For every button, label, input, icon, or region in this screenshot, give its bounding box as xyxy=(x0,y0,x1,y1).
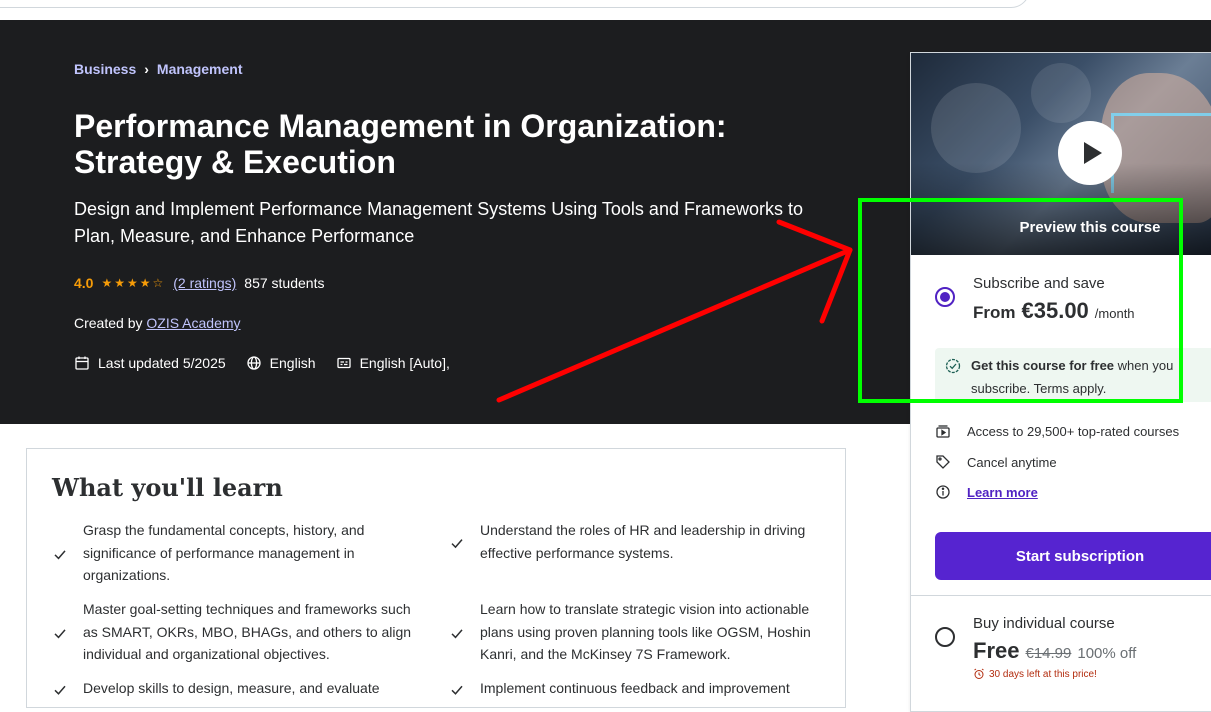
individual-price: Free xyxy=(973,638,1020,663)
learn-more-link[interactable]: Learn more xyxy=(967,485,1038,500)
breadcrumb: Business › Management xyxy=(74,61,243,77)
course-language: English xyxy=(269,355,316,371)
check-icon xyxy=(451,539,463,549)
ratings-link[interactable]: (2 ratings) xyxy=(173,275,236,291)
subscribe-radio[interactable] xyxy=(935,287,955,307)
learn-item: Grasp the fundamental concepts, history,… xyxy=(53,519,428,587)
badge-check-icon xyxy=(945,358,961,374)
created-by-label: Created by xyxy=(74,315,143,331)
preview-label: Preview this course xyxy=(1019,219,1161,236)
purchase-sidebar: Preview this course Subscribe and save F… xyxy=(910,52,1211,712)
star-rating-icon: ★★★★☆ xyxy=(101,276,166,290)
subscribe-option[interactable]: Subscribe and save From €35.00 /month xyxy=(935,275,1135,324)
individual-radio[interactable] xyxy=(935,627,955,647)
calendar-icon xyxy=(75,356,89,370)
divider xyxy=(911,595,1211,596)
radio-dot xyxy=(940,292,950,302)
course-library-icon xyxy=(936,425,950,438)
search-bar[interactable] xyxy=(0,0,1030,8)
course-meta: Last updated 5/2025 English English [Aut… xyxy=(74,355,450,371)
rating-row: 4.0 ★★★★☆ (2 ratings) 857 students xyxy=(74,275,324,291)
free-note-bold: Get this course for free xyxy=(971,358,1115,373)
individual-course-option[interactable]: Buy individual course Free €14.99 100% o… xyxy=(935,615,1136,680)
play-icon xyxy=(1084,142,1102,164)
breadcrumb-management[interactable]: Management xyxy=(157,61,243,77)
feature-learn-more: Learn more xyxy=(935,484,1038,500)
subscription-price: €35.00 xyxy=(1021,298,1089,323)
globe-icon xyxy=(247,356,261,370)
subscribe-title: Subscribe and save xyxy=(973,275,1105,292)
learn-item: Implement continuous feedback and improv… xyxy=(450,677,825,700)
free-with-subscription-note: Get this course for free when you subscr… xyxy=(935,348,1211,402)
play-button[interactable] xyxy=(1058,121,1122,185)
course-title: Performance Management in Organization: … xyxy=(74,108,727,180)
alarm-clock-icon xyxy=(974,668,984,679)
check-icon xyxy=(451,629,463,639)
chevron-right-icon: › xyxy=(144,61,149,77)
feature-access: Access to 29,500+ top-rated courses xyxy=(935,423,1179,439)
what-you-learn-section: What you'll learn Grasp the fundamental … xyxy=(26,448,846,708)
feature-cancel: Cancel anytime xyxy=(935,454,1057,470)
created-by: Created by OZIS Academy xyxy=(74,315,241,331)
learn-item: Understand the roles of HR and leadershi… xyxy=(450,519,825,564)
student-count: 857 students xyxy=(244,275,325,291)
top-header xyxy=(0,0,1211,20)
from-label: From xyxy=(973,303,1016,322)
check-icon xyxy=(54,550,66,560)
check-icon xyxy=(54,629,66,639)
learn-item: Develop skills to design, measure, and e… xyxy=(53,677,428,700)
individual-title: Buy individual course xyxy=(973,615,1115,632)
tag-icon xyxy=(936,455,950,469)
per-month: /month xyxy=(1094,306,1135,321)
last-updated: Last updated 5/2025 xyxy=(98,355,226,371)
learn-item: Master goal-setting techniques and frame… xyxy=(53,598,428,666)
discount-label: 100% off xyxy=(1077,645,1137,662)
course-subtitle: Design and Implement Performance Managem… xyxy=(74,199,803,246)
check-icon xyxy=(54,685,66,695)
check-icon xyxy=(451,685,463,695)
course-preview[interactable]: Preview this course xyxy=(911,53,1211,255)
course-captions: English [Auto], xyxy=(359,355,450,371)
price-deadline: 30 days left at this price! xyxy=(973,668,1136,680)
start-subscription-button[interactable]: Start subscription xyxy=(935,532,1211,580)
learn-title: What you'll learn xyxy=(52,473,283,502)
original-price: €14.99 xyxy=(1025,645,1072,662)
info-icon xyxy=(936,485,950,499)
author-link[interactable]: OZIS Academy xyxy=(146,315,240,331)
captions-icon xyxy=(336,357,351,369)
rating-value: 4.0 xyxy=(74,275,94,291)
breadcrumb-business[interactable]: Business xyxy=(74,61,136,77)
learn-item: Learn how to translate strategic vision … xyxy=(450,598,825,666)
